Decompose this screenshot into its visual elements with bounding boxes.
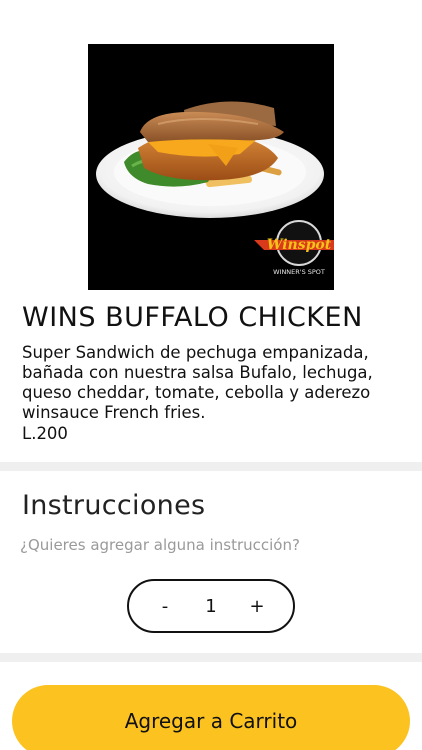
section-divider — [0, 462, 422, 471]
svg-text:WINNER'S SPOT: WINNER'S SPOT — [273, 268, 325, 276]
product-image: Winspot WINNER'S SPOT — [88, 44, 334, 290]
product-description: Super Sandwich de pechuga empanizada, ba… — [22, 343, 373, 422]
decrement-button[interactable]: - — [155, 596, 175, 617]
sandwich-photo: Winspot WINNER'S SPOT — [88, 44, 334, 290]
instructions-title: Instrucciones — [22, 490, 206, 521]
instructions-input[interactable] — [20, 532, 400, 558]
section-divider — [0, 653, 422, 662]
svg-text:Winspot: Winspot — [267, 237, 332, 253]
quantity-value: 1 — [205, 595, 217, 617]
quantity-stepper: - 1 + — [127, 579, 295, 633]
add-to-cart-button[interactable]: Agregar a Carrito — [12, 685, 410, 750]
product-title: WINS BUFFALO CHICKEN — [22, 302, 363, 333]
product-price: L.200 — [22, 424, 68, 443]
increment-button[interactable]: + — [247, 596, 267, 617]
